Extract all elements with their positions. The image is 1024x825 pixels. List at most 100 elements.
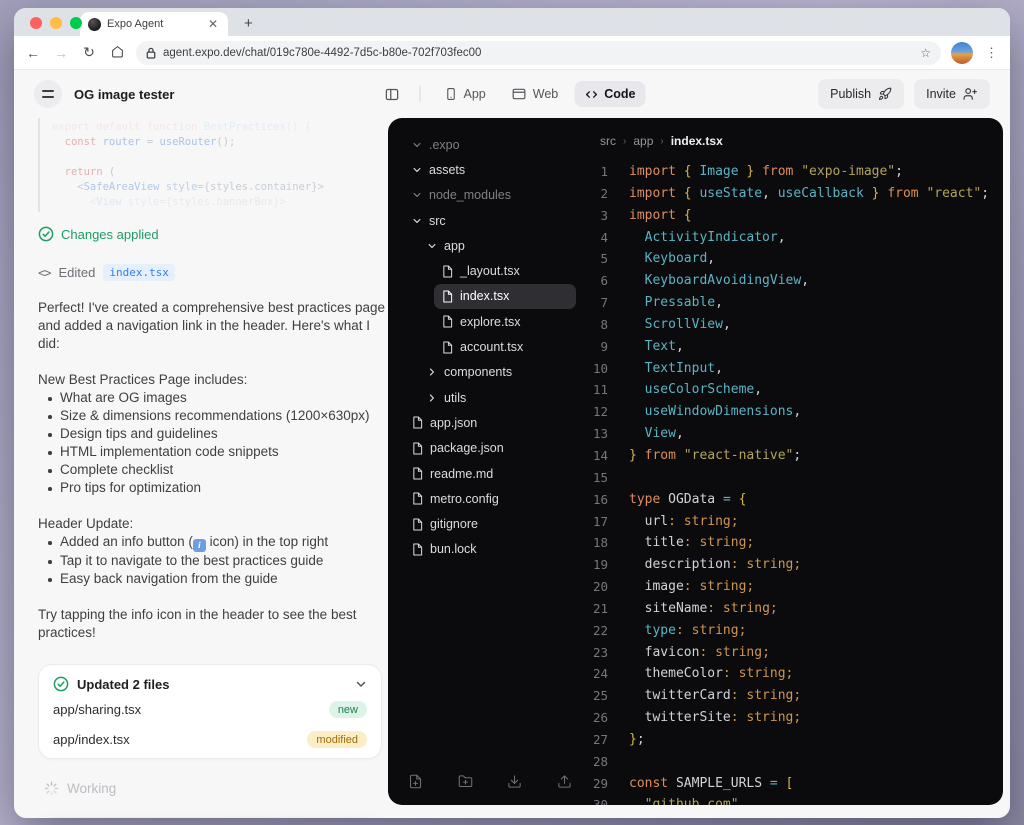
home-icon[interactable]: [108, 45, 126, 61]
chevron-right-icon: [427, 393, 437, 403]
window-controls: [30, 17, 82, 29]
list-item: Tap it to navigate to the best practices…: [38, 552, 388, 570]
code-line: 3 import {: [592, 205, 999, 227]
breadcrumb-segment[interactable]: app: [633, 134, 653, 148]
close-window-button[interactable]: [30, 17, 42, 29]
chevron-down-icon: [427, 241, 437, 251]
code-line: 21 siteName: string;: [592, 598, 999, 620]
line-number: 28: [592, 753, 608, 769]
code-text: import {: [629, 207, 692, 223]
tree-item-gitignore[interactable]: gitignore: [404, 511, 576, 536]
assistant-message-paragraph: Perfect! I've created a comprehensive be…: [38, 300, 386, 351]
tree-item-index-tsx[interactable]: index.tsx: [434, 283, 576, 310]
code-line: 15: [592, 467, 999, 489]
file-name: app/sharing.tsx: [53, 702, 142, 717]
tree-item-app-json[interactable]: app.json: [404, 410, 576, 435]
code-line: 17 url: string;: [592, 511, 999, 533]
code-line: 12 useWindowDimensions,: [592, 401, 999, 423]
invite-button[interactable]: Invite: [914, 79, 990, 109]
breadcrumb: src › app › index.tsx: [592, 134, 999, 148]
tree-item-app[interactable]: app: [419, 233, 576, 258]
tree-item-assets[interactable]: assets: [404, 157, 576, 182]
browser-tabstrip: Expo Agent ✕ +: [14, 8, 1010, 36]
sidebar-toggle-icon[interactable]: [379, 81, 406, 108]
spinner-icon: [44, 781, 59, 796]
chevron-down-icon[interactable]: [355, 678, 367, 690]
browser-window-icon: [512, 88, 526, 100]
minimize-window-button[interactable]: [50, 17, 62, 29]
edited-label: Edited: [58, 265, 96, 280]
tree-item-label: app: [444, 238, 465, 253]
tree-item-package-json[interactable]: package.json: [404, 436, 576, 461]
forward-icon[interactable]: →: [52, 45, 70, 61]
breadcrumb-segment[interactable]: src: [600, 134, 616, 148]
list-item: Pro tips for optimization: [38, 479, 388, 497]
file-icon: [442, 265, 453, 278]
edited-file-row: <> Edited index.tsx: [38, 264, 388, 281]
edited-file-chip[interactable]: index.tsx: [103, 264, 175, 281]
line-number: 27: [592, 731, 608, 747]
code-line: 24 themeColor: string;: [592, 663, 999, 685]
tree-item-node-modules[interactable]: node_modules: [404, 183, 576, 208]
new-tab-button[interactable]: +: [238, 15, 259, 32]
tree-item-readme-md[interactable]: readme.md: [404, 461, 576, 486]
tree-item-src[interactable]: src: [404, 208, 576, 233]
code-line: 14} from "react-native";: [592, 445, 999, 467]
code-line: 18 title: string;: [592, 532, 999, 554]
reload-icon[interactable]: ↻: [80, 44, 98, 61]
download-icon[interactable]: [507, 774, 522, 789]
breadcrumb-segment[interactable]: index.tsx: [671, 134, 723, 148]
browser-tab[interactable]: Expo Agent ✕: [80, 12, 228, 36]
code-text: url: string;: [629, 513, 739, 529]
code-brackets-icon: [585, 90, 597, 98]
tree-item-label: components: [444, 365, 513, 380]
tab-app[interactable]: App: [435, 81, 496, 107]
tab-web[interactable]: Web: [502, 81, 568, 107]
chevron-right-icon: [427, 367, 437, 377]
upload-icon[interactable]: [557, 774, 572, 789]
code-line: 11 useColorScheme,: [592, 379, 999, 401]
url-text: agent.expo.dev/chat/019c780e-4492-7d5c-b…: [163, 46, 482, 59]
line-number: 22: [592, 622, 608, 638]
line-number: 25: [592, 688, 608, 704]
tree-item--layout-tsx[interactable]: _layout.tsx: [434, 258, 576, 283]
tree-item--expo[interactable]: .expo: [404, 132, 576, 157]
code-text: ScrollView,: [644, 316, 731, 332]
address-bar[interactable]: agent.expo.dev/chat/019c780e-4492-7d5c-b…: [136, 40, 941, 65]
code-text: themeColor: string;: [629, 666, 794, 682]
code-text: title: string;: [629, 535, 755, 551]
zoom-window-button[interactable]: [70, 17, 82, 29]
profile-avatar[interactable]: [951, 41, 973, 64]
code-text: type: string;: [644, 622, 747, 638]
editor-pane: src › app › index.tsx 1 import { Image } from…: [592, 134, 999, 805]
chevron-down-icon: [412, 190, 422, 200]
tree-item-metro-config[interactable]: metro.config: [404, 486, 576, 511]
line-number: 24: [592, 666, 608, 682]
tree-item-components[interactable]: components: [419, 360, 576, 385]
bookmark-star-icon[interactable]: ☆: [920, 46, 931, 60]
code-content[interactable]: 1 import { Image } from "expo-image"; 2 imp…: [592, 161, 999, 805]
browser-menu-icon[interactable]: ⋮: [983, 45, 1000, 61]
new-file-icon[interactable]: [408, 774, 423, 789]
tab-code[interactable]: Code: [574, 81, 646, 107]
faded-code-line: export default function BestPractices() …: [52, 121, 312, 133]
tab-close-icon[interactable]: ✕: [206, 17, 220, 31]
publish-button[interactable]: Publish: [818, 79, 905, 109]
new-folder-icon[interactable]: [458, 774, 473, 789]
tree-item-label: metro.config: [430, 491, 499, 506]
menu-button[interactable]: [34, 80, 62, 108]
line-number: 7: [600, 295, 608, 311]
tree-item-account-tsx[interactable]: account.tsx: [434, 334, 576, 359]
file-name: app/index.tsx: [53, 732, 130, 747]
code-text: description: string;: [629, 557, 802, 573]
tree-item-explore-tsx[interactable]: explore.tsx: [434, 309, 576, 334]
tree-item-bun-lock[interactable]: bun.lock: [404, 537, 576, 562]
line-number: 18: [592, 535, 608, 551]
tree-item-utils[interactable]: utils: [419, 385, 576, 410]
list-item: Size & dimensions recommendations (1200×…: [38, 407, 388, 425]
line-number: 19: [592, 557, 608, 573]
tree-item-label: index.tsx: [460, 289, 510, 304]
updated-files-header[interactable]: Updated 2 files: [53, 676, 367, 692]
code-text: type OGData = {: [629, 491, 747, 507]
back-icon[interactable]: ←: [24, 45, 42, 61]
